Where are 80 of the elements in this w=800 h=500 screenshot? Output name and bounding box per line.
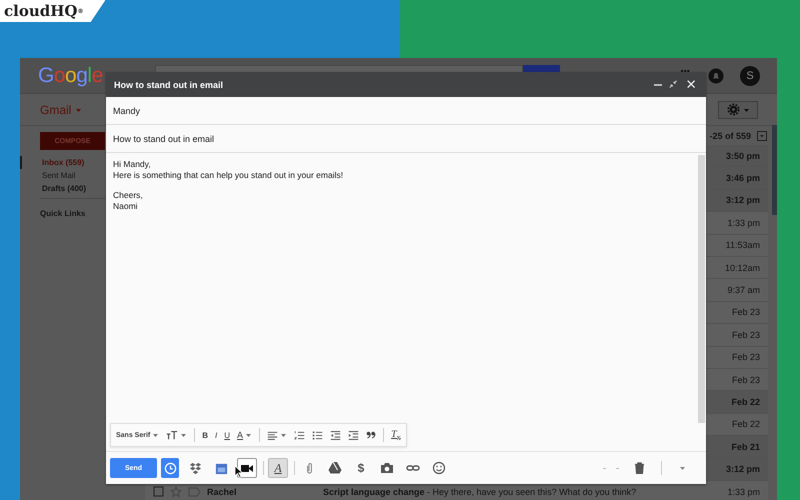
- caret-icon: [742, 106, 750, 112]
- close-icon: [686, 78, 698, 90]
- email-time: Feb 23: [730, 307, 761, 318]
- close-button[interactable]: [686, 78, 698, 90]
- email-time: 9:37 am: [726, 285, 761, 296]
- text-size-icon: [166, 429, 178, 441]
- money-button[interactable]: $: [351, 458, 371, 478]
- minimize-button[interactable]: [654, 84, 662, 86]
- settings-icon: [726, 103, 740, 116]
- email-time: 3:12 pm: [724, 464, 761, 474]
- format-button[interactable]: A: [268, 458, 288, 478]
- caret-icon: [75, 106, 82, 112]
- indent-less-icon: [330, 430, 342, 440]
- camera-icon: [380, 461, 394, 475]
- caret-icon: [180, 432, 188, 438]
- subject-field[interactable]: How to stand out in email: [106, 125, 706, 153]
- scrollbar[interactable]: [698, 155, 705, 423]
- email-time: Feb 22: [730, 396, 761, 407]
- email-time: 1:33 pm: [726, 218, 761, 228]
- format-button[interactable]: U: [224, 430, 230, 440]
- format-button[interactable]: I: [215, 430, 218, 440]
- email-time: 10:12am: [724, 262, 761, 273]
- sender-name: Rachel: [207, 486, 238, 497]
- bell-icon: [708, 68, 724, 84]
- message-body[interactable]: Hi Mandy, Here is something that can help you stand out in your emails! Cheers, Naomi: [106, 153, 698, 423]
- google-logo: Google: [38, 64, 103, 88]
- scrollbar[interactable]: [772, 125, 777, 215]
- email-time: Feb 21: [730, 442, 761, 452]
- text-size-dropdown[interactable]: [166, 429, 188, 441]
- caret-icon: [152, 432, 160, 438]
- schedule-button[interactable]: [161, 458, 179, 478]
- email-time: 1:33 pm: [726, 486, 761, 497]
- email-time: 3:50 pm: [724, 150, 761, 161]
- caret-icon: [245, 432, 252, 438]
- indent-less-button[interactable]: [330, 430, 342, 440]
- diagonal-arrows-icon: [668, 78, 680, 90]
- avatar[interactable]: S: [740, 66, 760, 86]
- smiley-icon: [432, 461, 446, 475]
- email-preview: Script language change - Hey there, have you seen this? What do you think?: [323, 486, 636, 497]
- email-time: 3:46 pm: [724, 173, 761, 184]
- calendar-icon: [214, 462, 228, 474]
- email-time: Feb 23: [730, 330, 761, 340]
- dropbox-icon: [188, 462, 202, 474]
- email-time: Feb 22: [730, 419, 761, 430]
- email-time: Feb 23: [730, 374, 761, 385]
- email-time: Feb 23: [730, 352, 761, 362]
- email-time: 3:12 pm: [724, 195, 761, 206]
- settings-button[interactable]: [718, 100, 758, 118]
- quote-button[interactable]: [366, 430, 376, 440]
- video-button[interactable]: [237, 458, 257, 478]
- star-icon: [170, 486, 182, 498]
- caret-icon: [678, 465, 686, 471]
- quote-icon: [366, 430, 376, 440]
- checkbox-icon: [153, 486, 164, 498]
- align-icon: [267, 430, 278, 440]
- pop-out-button[interactable]: [668, 78, 680, 90]
- recipient-field[interactable]: Mandy: [106, 97, 706, 125]
- minimize-icon: [654, 84, 662, 86]
- cursor-icon: [234, 465, 244, 479]
- label-icon: [188, 486, 201, 498]
- caret-icon: [280, 432, 288, 438]
- format-button[interactable]: B: [202, 430, 208, 440]
- align-dropdown[interactable]: [267, 430, 288, 440]
- pagination-label: -25 of 559: [709, 130, 751, 140]
- compose-title: How to stand out in email: [114, 80, 224, 90]
- clear-formatting-button[interactable]: T$_{x}$: [391, 428, 401, 442]
- bulleted-list-icon: [312, 430, 324, 440]
- cloudhq-logo: cloudHQ$^{®}$: [0, 0, 106, 22]
- text-color-dropdown[interactable]: A: [237, 430, 252, 440]
- drive-icon: [328, 461, 342, 475]
- indent-more-button[interactable]: [348, 430, 360, 440]
- quick-links-label: Quick Links: [40, 209, 86, 218]
- dropdown-icon: [757, 130, 767, 140]
- trash-icon: [632, 461, 646, 475]
- indent-more-icon: [348, 430, 360, 440]
- bulleted-list-button[interactable]: [312, 430, 324, 440]
- email-time: 11:53am: [724, 240, 761, 250]
- numbered-list-icon: [294, 430, 306, 440]
- numbered-list-button[interactable]: [294, 430, 306, 440]
- clock-icon: [164, 462, 176, 474]
